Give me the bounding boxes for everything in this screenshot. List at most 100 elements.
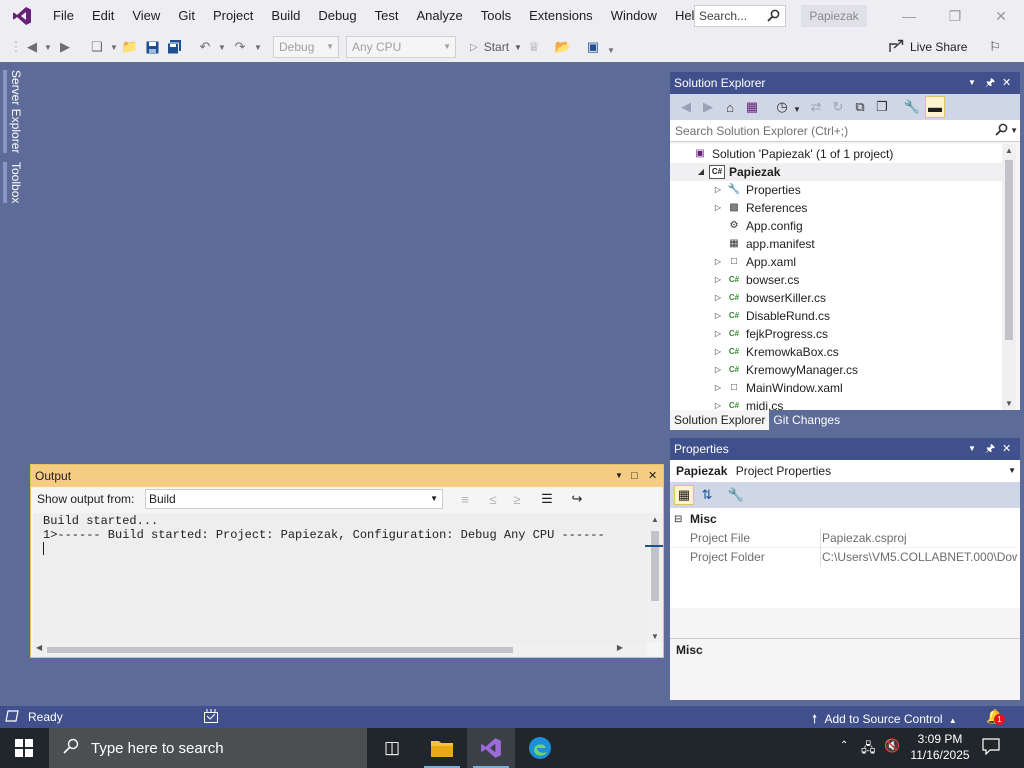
home-icon[interactable]: ⌂ [722, 99, 738, 115]
back-icon[interactable]: ◀ [678, 99, 694, 115]
chevron-down-icon[interactable]: ▼ [1010, 120, 1018, 142]
categorized-icon[interactable]: ▦ [674, 485, 694, 505]
visual-studio-logo-icon[interactable] [0, 0, 44, 32]
alphabetical-icon[interactable]: ⇅ [699, 487, 715, 503]
tree-item[interactable]: ▷ ▩ References [670, 199, 1002, 217]
tab-git-changes[interactable]: Git Changes [769, 410, 844, 430]
tree-item[interactable]: ▷ C# bowser.cs [670, 271, 1002, 289]
property-row[interactable]: Project Folder C:\Users\VM5.COLLABNET.00… [670, 548, 1017, 567]
output-text-area[interactable]: Build started... 1>------ Build started:… [33, 513, 647, 643]
close-panel-icon[interactable]: ✕ [1002, 438, 1011, 460]
tree-item[interactable]: ▷ C# KremowkaBox.cs [670, 343, 1002, 361]
volume-muted-icon[interactable]: 🔇 [884, 738, 900, 754]
output-source-select[interactable]: Build ▼ [145, 489, 443, 509]
browser-link-icon[interactable]: ▣ [585, 39, 601, 55]
property-row[interactable]: Project File Papiezak.csproj [670, 529, 1016, 548]
tree-item[interactable]: ▷ C# midi.cs [670, 397, 1002, 410]
minimize-button[interactable]: — [886, 0, 932, 32]
scroll-up-icon[interactable]: ▲ [651, 515, 659, 524]
new-project-icon[interactable]: ❏ [89, 39, 105, 55]
tree-item[interactable]: ▷ C# KremowyManager.cs [670, 361, 1002, 379]
close-button[interactable]: ✕ [978, 0, 1024, 32]
toolbar-options-icon[interactable]: ▼ [603, 42, 619, 58]
tree-item[interactable]: ▷ □ MainWindow.xaml [670, 379, 1002, 397]
output-vertical-scrollbar[interactable]: ▲ ▼ [647, 513, 663, 643]
tree-item[interactable]: ▷ C# fejkProgress.cs [670, 325, 1002, 343]
hot-reload-icon[interactable]: ♕ [526, 39, 542, 55]
previous-message-icon[interactable]: ≤ [485, 491, 501, 507]
show-all-files-icon[interactable]: ❐ [874, 99, 890, 115]
menu-project[interactable]: Project [204, 0, 262, 32]
expand-arrow-icon[interactable]: ◢ [695, 163, 707, 181]
close-panel-icon[interactable]: ✕ [1002, 72, 1011, 94]
clear-all-icon[interactable]: ☰ [539, 491, 555, 507]
find-message-icon[interactable]: ≡ [457, 491, 473, 507]
tree-item[interactable]: ▦ app.manifest [670, 235, 1002, 253]
navigate-back-dropdown-icon[interactable]: ▼ [40, 39, 56, 55]
expand-arrow-icon[interactable]: ▷ [712, 307, 724, 325]
live-share-button[interactable]: Live Share [889, 36, 967, 58]
toolbox-tab[interactable]: Toolbox [3, 162, 23, 204]
expand-arrow-icon[interactable]: ▷ [712, 181, 724, 199]
switch-views-icon[interactable]: ▦ [744, 99, 760, 115]
solution-name-badge[interactable]: Papiezak [801, 5, 867, 27]
property-pages-wrench-icon[interactable]: 🔧 [728, 487, 744, 503]
expand-arrow-icon[interactable]: ▷ [712, 343, 724, 361]
scroll-down-icon[interactable]: ▼ [1005, 399, 1013, 408]
server-explorer-tab[interactable]: Server Explorer [3, 70, 23, 154]
notifications-button[interactable]: 🔔 1 [986, 708, 1005, 725]
menu-test[interactable]: Test [366, 0, 408, 32]
menu-window[interactable]: Window [602, 0, 666, 32]
save-all-icon[interactable] [166, 39, 182, 55]
scroll-right-icon[interactable]: ▶ [617, 643, 623, 652]
scroll-down-icon[interactable]: ▼ [651, 632, 659, 641]
menu-edit[interactable]: Edit [83, 0, 123, 32]
save-icon[interactable] [144, 39, 160, 55]
undo-dropdown-icon[interactable]: ▼ [214, 39, 230, 55]
expand-arrow-icon[interactable]: ▷ [712, 397, 724, 410]
close-panel-icon[interactable]: ✕ [648, 465, 657, 487]
expand-arrow-icon[interactable]: ▷ [712, 271, 724, 289]
toggle-word-wrap-icon[interactable]: ↪ [569, 491, 585, 507]
expand-arrow-icon[interactable]: ▷ [712, 325, 724, 343]
tree-item[interactable]: ⚙ App.config [670, 217, 1002, 235]
redo-icon[interactable]: ↷ [232, 39, 248, 55]
window-position-icon[interactable]: ▼ [968, 72, 976, 94]
tree-item[interactable]: ▷ C# DisableRund.cs [670, 307, 1002, 325]
file-explorer-app[interactable] [418, 728, 466, 768]
tree-item[interactable]: ▷ C# bowserKiller.cs [670, 289, 1002, 307]
configuration-select[interactable]: Debug ▼ [273, 36, 339, 58]
taskbar-clock[interactable]: 3:09 PM 11/16/2025 [905, 731, 975, 763]
action-center-icon[interactable] [982, 737, 1000, 758]
collapse-category-icon[interactable]: ⊟ [674, 510, 682, 529]
build-activity-icon[interactable] [203, 708, 219, 727]
sync-icon[interactable]: ⇄ [808, 99, 824, 115]
tab-solution-explorer[interactable]: Solution Explorer [670, 410, 770, 430]
scroll-left-icon[interactable]: ◀ [36, 643, 42, 652]
expand-arrow-icon[interactable]: ▷ [712, 379, 724, 397]
forward-icon[interactable]: ▶ [700, 99, 716, 115]
menu-build[interactable]: Build [262, 0, 309, 32]
tree-item[interactable]: ▷ □ App.xaml [670, 253, 1002, 271]
edge-app[interactable] [516, 728, 564, 768]
solution-explorer-search-input[interactable]: Search Solution Explorer (Ctrl+;) ▼ [670, 120, 1020, 142]
category-row[interactable]: ⊟ Misc [670, 510, 1016, 529]
properties-wrench-icon[interactable]: 🔧 [904, 99, 920, 115]
scroll-up-icon[interactable]: ▲ [1005, 146, 1013, 155]
expand-arrow-icon[interactable]: ▷ [712, 253, 724, 271]
navigate-forward-icon[interactable]: ▶ [57, 39, 73, 55]
restore-button[interactable]: ❐ [932, 0, 978, 32]
menu-analyze[interactable]: Analyze [407, 0, 471, 32]
pending-changes-filter-icon[interactable]: ◷ [774, 99, 790, 115]
start-debugging-button[interactable]: ▷ Start ▼ [470, 36, 522, 58]
pin-icon[interactable]: 🖈 [985, 438, 995, 460]
undo-icon[interactable]: ↶ [197, 39, 213, 55]
solution-tree-scrollbar[interactable]: ▲ ▼ [1002, 144, 1016, 410]
tree-item[interactable]: ▣ Solution 'Papiezak' (1 of 1 project) [670, 145, 1002, 163]
maximize-panel-icon[interactable]: □ [631, 465, 638, 487]
redo-dropdown-icon[interactable]: ▼ [250, 39, 266, 55]
scrollbar-thumb[interactable] [47, 647, 513, 653]
refresh-icon[interactable]: ↻ [830, 99, 846, 115]
menu-debug[interactable]: Debug [309, 0, 365, 32]
properties-object-selector[interactable]: Papiezak Project Properties ▼ [670, 460, 1020, 482]
